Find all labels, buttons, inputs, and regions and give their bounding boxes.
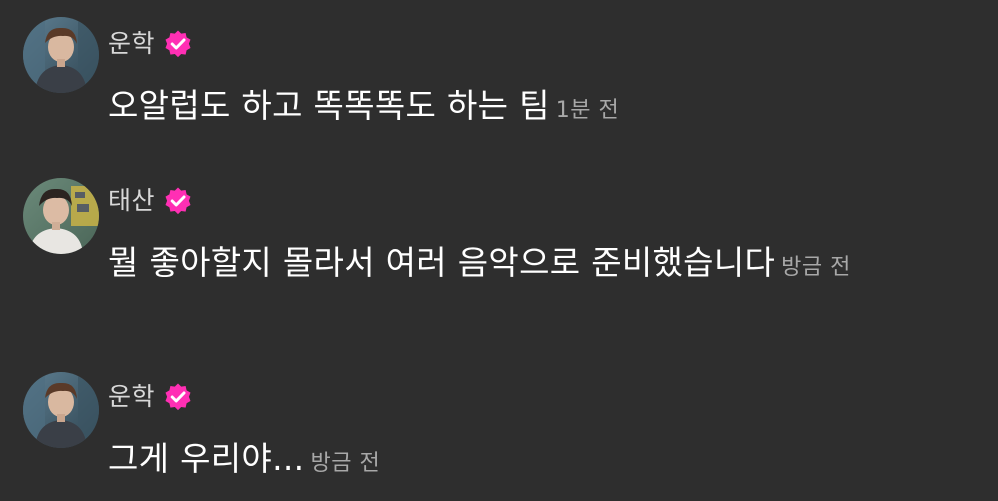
message-body: 오알럽도 하고 똑똑똑도 하는 팀 1분 전: [108, 81, 968, 136]
message-time: 방금 전: [310, 451, 381, 476]
verified-badge-icon: [163, 382, 193, 412]
sender-name[interactable]: 운학: [108, 28, 155, 60]
avatar-taesan[interactable]: [23, 178, 99, 254]
verified-badge-icon: [163, 186, 193, 216]
sender-name[interactable]: 운학: [108, 381, 155, 413]
sender-row: 운학: [108, 381, 193, 413]
message-text: 뭘 좋아할지 몰라서 여러 음악으로 준비했습니다: [108, 243, 776, 282]
sender-row: 운학: [108, 28, 193, 60]
message-text: 그게 우리야...: [108, 439, 305, 478]
message-time: 방금 전: [781, 255, 851, 280]
verified-badge-icon: [163, 29, 193, 59]
message-text: 오알럽도 하고 똑똑똑도 하는 팀: [108, 86, 550, 125]
avatar-unhak[interactable]: [23, 372, 99, 448]
sender-row: 태산: [108, 185, 193, 217]
message-body: 뭘 좋아할지 몰라서 여러 음악으로 준비했습니다 방금 전: [108, 238, 968, 293]
sender-name[interactable]: 태산: [108, 185, 155, 217]
message-body: 그게 우리야... 방금 전: [108, 434, 968, 489]
message-time: 1분 전: [555, 98, 620, 123]
avatar-unhak[interactable]: [23, 17, 99, 93]
